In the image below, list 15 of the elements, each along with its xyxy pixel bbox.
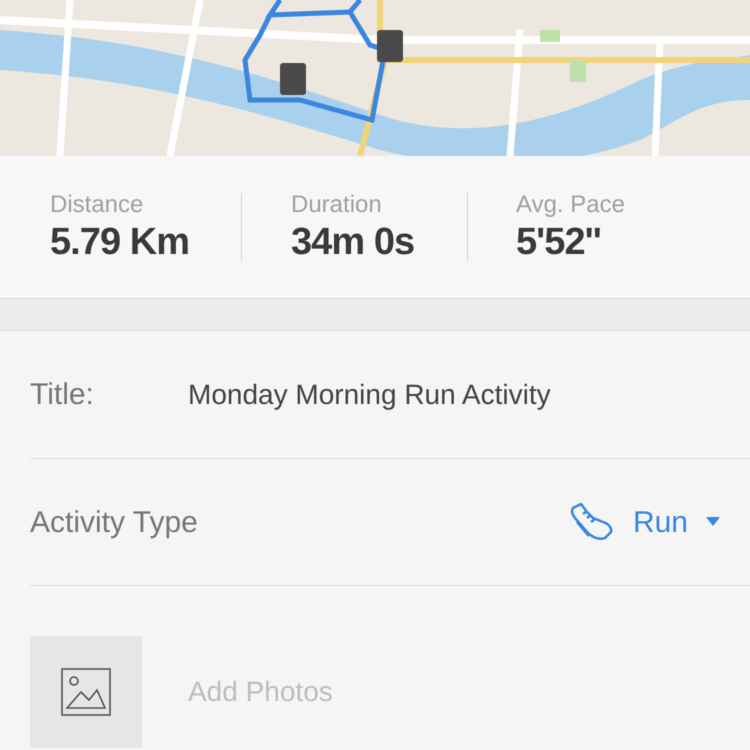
field-label: Title: — [30, 377, 95, 413]
stat-label: Duration — [291, 193, 383, 217]
shoe-icon — [568, 502, 615, 542]
activity-type-dropdown[interactable]: Run — [568, 500, 720, 544]
stat-value: 34m 0s — [291, 223, 416, 261]
field-label: Activity Type — [30, 504, 199, 540]
stat-value: 5.79 Km — [50, 223, 190, 261]
stat-label: Avg. Pace — [516, 193, 626, 217]
stat-value: 5'52'' — [516, 223, 602, 261]
add-photos-placeholder[interactable]: Add Photos — [188, 671, 333, 713]
stat-label: Distance — [50, 193, 144, 217]
title-field[interactable]: Monday Morning Run Activity — [188, 374, 551, 416]
caret-icon — [706, 517, 720, 527]
image-icon — [61, 668, 111, 716]
add-photo-button[interactable] — [30, 636, 142, 748]
